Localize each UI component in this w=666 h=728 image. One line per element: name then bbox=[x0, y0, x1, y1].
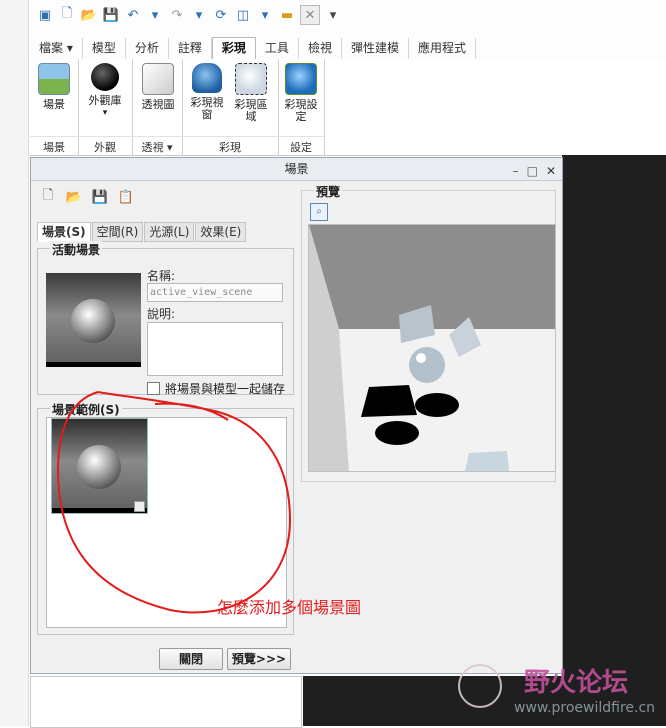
red-circle-annotation bbox=[56, 391, 292, 614]
watermark-logo-icon bbox=[458, 664, 502, 708]
watermark-title: 野火论坛 bbox=[524, 668, 629, 698]
annotation-text: 怎麼添加多個場景圖 bbox=[217, 598, 362, 617]
forum-watermark: 野火论坛 www.proewildfire.cn bbox=[454, 660, 666, 726]
watermark-url: www.proewildfire.cn bbox=[514, 700, 656, 716]
